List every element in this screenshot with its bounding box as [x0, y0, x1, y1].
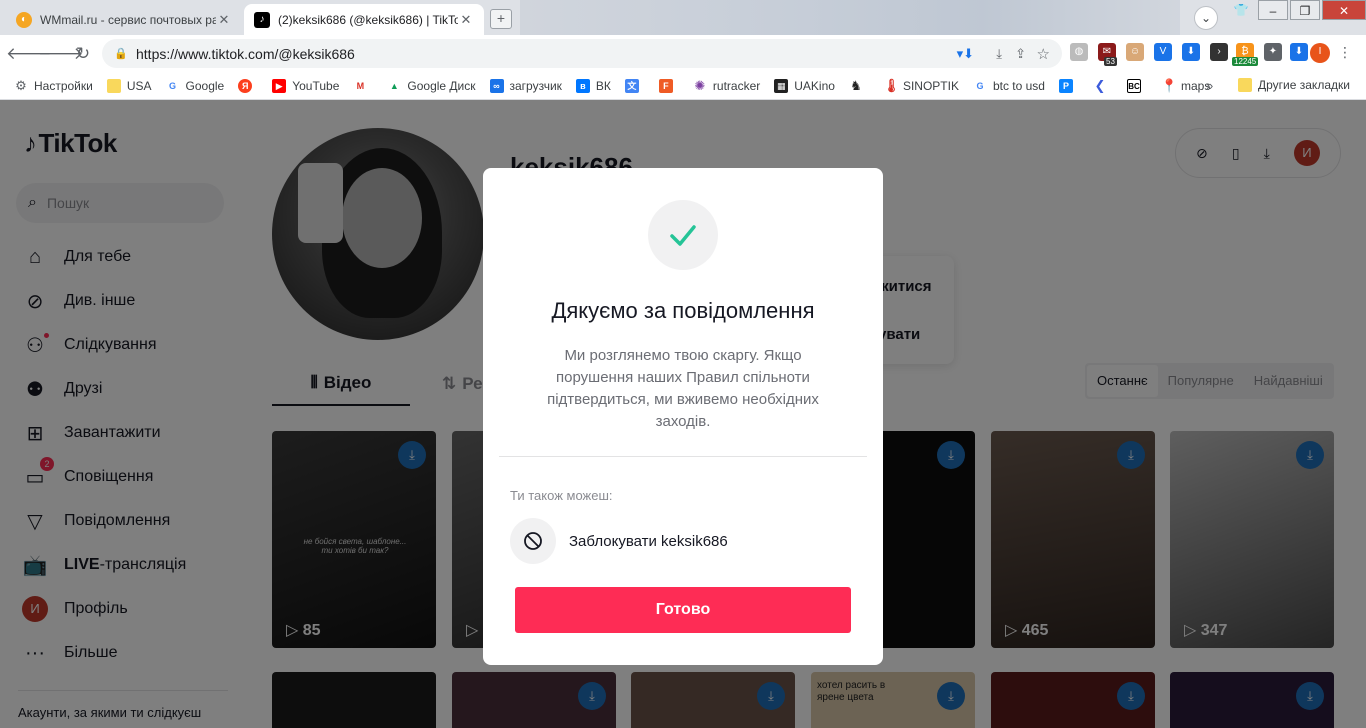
new-tab-button[interactable]: +	[490, 9, 512, 29]
dialog-body: Ми розглянемо твою скаргу. Якщо порушенн…	[547, 347, 819, 430]
block-user-label: Заблокувати keksik686	[569, 532, 728, 550]
rutracker-icon: ✺	[694, 77, 706, 93]
forward-button[interactable]: 🡒	[38, 41, 84, 67]
bookmark-rutracker[interactable]: ✺ rutracker	[693, 77, 760, 93]
menu-kebab-icon[interactable]: ⋮	[1336, 43, 1354, 61]
bookmark-vk[interactable]: в ВК	[575, 78, 611, 93]
block-icon	[510, 518, 556, 564]
report-confirmation-dialog: Дякуємо за повідомлення Ми розглянемо тв…	[483, 168, 883, 665]
dialog-title: Дякуємо за повідомлення	[551, 298, 815, 323]
browser-toolbar: 🡐 🡒 ↻ 🔒 https://www.tiktok.com/@keksik68…	[0, 35, 1366, 72]
bookmark-maps[interactable]: 📍 maps	[1160, 77, 1210, 93]
bookmark-p[interactable]: P	[1058, 78, 1079, 93]
bookmark-bc[interactable]: BC	[1126, 78, 1147, 93]
bookmark-translate[interactable]: 文	[624, 78, 645, 93]
bc-icon: BC	[1126, 78, 1141, 93]
maximize-button[interactable]: ❐	[1290, 0, 1320, 20]
bookmark-uakino[interactable]: ▦ UAKino	[774, 78, 835, 93]
p-icon: P	[1058, 78, 1073, 93]
clapper-icon: ▦	[774, 78, 789, 93]
bookmark-sinoptik[interactable]: 🌡 SINOPTIK	[882, 77, 959, 93]
google-icon: G	[169, 80, 177, 91]
bookmark-settings[interactable]: ⚙ Настройки	[14, 77, 93, 93]
mail-count-badge: 53	[1104, 57, 1117, 66]
downloads-icon[interactable]: ⬇	[1290, 43, 1308, 61]
bookmark-gmail[interactable]: M	[353, 79, 373, 93]
folder-icon	[106, 78, 121, 93]
bookmark-btc-to-usd[interactable]: Gbtc to usd	[973, 79, 1045, 93]
google-drive-icon: ▲	[389, 80, 399, 91]
price-badge: 12245	[1232, 57, 1259, 66]
bookmark-yandex[interactable]: Я	[238, 78, 258, 93]
lock-icon[interactable]: 🔒	[114, 47, 128, 60]
also-label: Ти також можеш:	[510, 488, 613, 503]
yandex-icon: Я	[238, 78, 253, 93]
install-icon[interactable]: ⤓	[996, 46, 1002, 62]
tab-close-icon[interactable]: ✕	[216, 12, 232, 28]
gmail-icon: M	[356, 80, 365, 91]
bookmarks-overflow-chevron-icon[interactable]: »	[1206, 78, 1213, 93]
back-button[interactable]: 🡐	[6, 41, 52, 67]
bookmark-google-drive[interactable]: ▲ Google Диск	[387, 79, 476, 93]
checkmark-icon	[670, 225, 696, 246]
vpn-extension-icon[interactable]: V	[1154, 43, 1172, 61]
reload-button[interactable]: ↻	[70, 41, 96, 67]
infinity-icon: ∞	[489, 78, 504, 93]
bookmark-google[interactable]: G Google	[166, 79, 224, 93]
minimize-button[interactable]: –	[1258, 0, 1288, 20]
gear-icon: ⚙	[15, 77, 27, 93]
download-extension-icon[interactable]: ⬇	[1182, 43, 1200, 61]
thermometer-icon: 🌡	[882, 77, 900, 93]
translate-icon: 文	[624, 78, 639, 93]
tab-title: WMmail.ru - сервис почтовых ра	[40, 12, 216, 27]
bookmark-arrow[interactable]: ❮	[1093, 77, 1113, 93]
tab-tiktok[interactable]: ♪ (2)keksik686 (@keksik686) | TikTok ✕	[244, 4, 484, 35]
bookmark-chess[interactable]: ♞	[849, 77, 869, 93]
face-extension-icon[interactable]: ☺	[1126, 43, 1144, 61]
tiktok-favicon-icon: ♪	[254, 11, 270, 28]
bookmark-usa[interactable]: USA	[106, 78, 152, 93]
tab-close-icon[interactable]: ✕	[458, 12, 474, 28]
google-icon: G	[976, 80, 984, 91]
bookmark-star-icon[interactable]: ☆	[1037, 45, 1050, 63]
block-user-option[interactable]: Заблокувати keksik686	[510, 518, 728, 564]
youtube-icon: ▶	[272, 78, 287, 93]
bookmark-f[interactable]: F	[658, 78, 679, 93]
arrow-left-icon: ❮	[1094, 77, 1106, 93]
map-pin-icon: 📍	[1160, 77, 1178, 93]
wmmail-favicon-icon: ◐	[16, 11, 32, 28]
url-text: https://www.tiktok.com/@keksik686	[136, 45, 355, 62]
success-badge	[648, 200, 718, 270]
bookmark-youtube[interactable]: ▶ YouTube	[272, 78, 339, 93]
download-arrow-icon[interactable]: ▾⬇	[957, 46, 974, 62]
globe-extension-icon[interactable]: ◍	[1070, 43, 1088, 61]
vk-icon: в	[575, 78, 590, 93]
chess-piece-icon: ♞	[850, 77, 862, 93]
f-icon: F	[658, 78, 673, 93]
terminal-extension-icon[interactable]: ›	[1210, 43, 1228, 61]
browser-tab-bar: ◐ WMmail.ru - сервис почтовых ра ✕ ♪ (2)…	[0, 0, 1366, 35]
folder-icon	[1238, 78, 1252, 92]
puzzle-extension-icon[interactable]: ✦	[1264, 43, 1282, 61]
close-window-button[interactable]: ✕	[1322, 0, 1366, 20]
share-icon[interactable]: ⇪	[1015, 46, 1026, 62]
bookmark-downloader[interactable]: ∞ загрузчик	[489, 78, 562, 93]
tabbar-background	[520, 0, 1180, 35]
shirt-icon[interactable]: 👕	[1226, 0, 1256, 20]
window-controls: 👕 – ❐ ✕	[1224, 0, 1366, 22]
bookmarks-bar: ⚙ Настройки USA G Google Я ▶ YouTube M ▲ Goo…	[0, 72, 1366, 100]
profile-avatar-icon[interactable]: I	[1310, 43, 1330, 63]
tab-wmmail[interactable]: ◐ WMmail.ru - сервис почтовых ра ✕	[6, 4, 242, 35]
dialog-divider	[499, 456, 867, 457]
address-bar[interactable]: 🔒 https://www.tiktok.com/@keksik686 ▾⬇ ⤓…	[102, 39, 1062, 68]
done-button[interactable]: Готово	[515, 587, 851, 633]
tab-search-chevron-icon[interactable]: ⌄	[1194, 6, 1218, 30]
tab-title: (2)keksik686 (@keksik686) | TikTok	[278, 12, 458, 27]
bookmark-other-folder[interactable]: Другие закладки	[1238, 78, 1350, 92]
